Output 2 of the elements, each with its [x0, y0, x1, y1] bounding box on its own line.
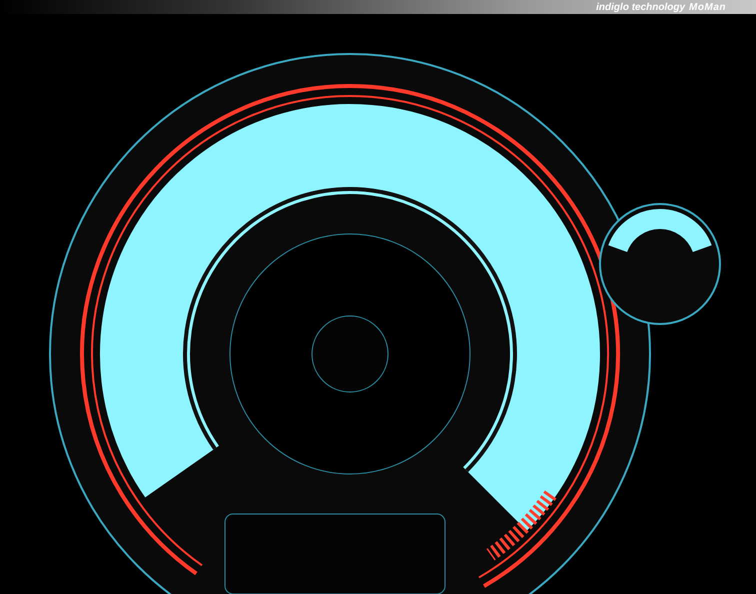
banner-text: indiglo technology [596, 2, 686, 12]
brand-name: MoMan [689, 2, 726, 12]
